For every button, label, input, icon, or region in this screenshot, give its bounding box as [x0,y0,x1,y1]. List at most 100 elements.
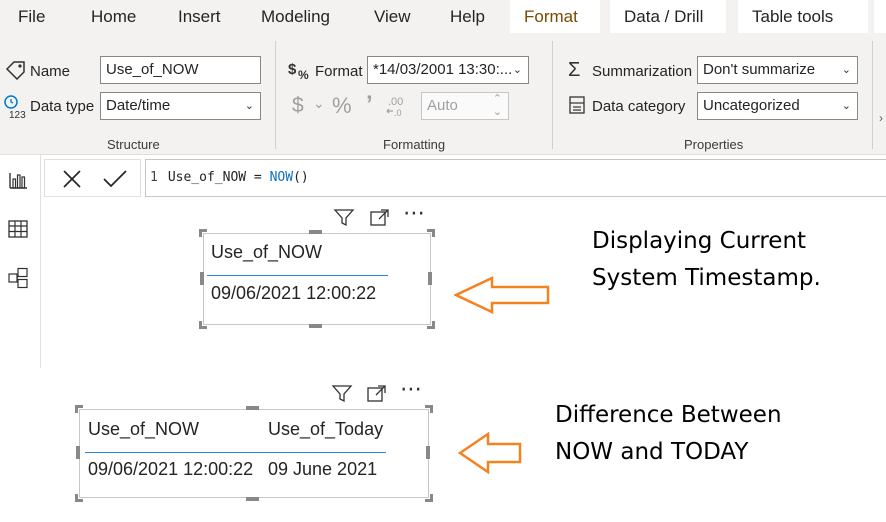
formula-suffix: () [293,170,309,185]
datatype-value: Date/time [106,97,171,114]
view-rail [0,155,41,368]
ribbon: Name Use_of_NOW 123 Data type Date/time … [0,33,886,155]
arrow-left-icon [458,432,522,474]
resize-handle[interactable] [75,494,83,502]
tab-modeling[interactable]: Modeling [261,0,330,33]
format-label: Format [315,63,363,80]
tab-home[interactable]: Home [91,0,136,33]
tag-icon [5,61,25,80]
format-icon: $ % [288,61,309,81]
currency-icon[interactable]: $ [292,94,304,118]
resize-handle[interactable] [246,497,259,501]
resize-handle[interactable] [246,406,259,410]
ribbon-overflow-icon[interactable]: › [879,111,883,125]
header-underline [207,275,388,276]
annotation-1-line-1: Displaying Current [592,228,807,254]
report-view-icon[interactable] [7,169,29,191]
format-value: *14/03/2001 13:30:... [373,61,513,78]
resize-handle[interactable] [427,321,435,329]
cancel-icon[interactable] [62,169,82,189]
resize-handle[interactable] [199,321,207,329]
arrow-left-icon [454,276,550,314]
model-view-icon[interactable] [7,267,29,289]
chevron-down-icon: ⌄ [244,100,254,112]
table-cell-today: 09 June 2021 [268,459,378,479]
decimal-icon[interactable]: .00 .0 [384,94,410,118]
chevron-down-icon[interactable]: ⌄ [493,99,502,119]
resize-handle[interactable] [428,272,432,285]
more-options-icon[interactable]: ⋯ [400,376,423,402]
summarization-select[interactable]: Don't summarize ⌄ [697,56,858,84]
annotation-1-line-2: System Timestamp. [592,265,821,291]
tab-insert[interactable]: Insert [178,0,221,33]
card1-header: Use_of_NOW [211,242,323,262]
more-options-icon[interactable]: ⋯ [403,200,426,226]
annotation-2-line-1: Difference Between [555,402,782,428]
svg-text:%: % [298,68,309,81]
category-icon [569,96,585,114]
filter-icon[interactable] [333,208,355,228]
datatype-icon: 123 [4,95,26,120]
ribbon-tabbar: File Home Insert Modeling View Help Form… [0,0,886,33]
formula-prefix: Use_of_NOW = [167,170,270,185]
tab-format[interactable]: Format [510,0,600,33]
formatting-group-label: Formatting [383,137,446,152]
datatype-select[interactable]: Date/time ⌄ [100,92,261,120]
chevron-down-icon[interactable]: ⌄ [313,95,325,112]
resize-handle[interactable] [199,229,207,237]
name-label: Name [30,63,71,80]
visual-header-1: ⋯ [333,200,433,228]
resize-handle[interactable] [309,324,322,328]
commit-icon[interactable] [103,169,127,189]
filter-icon[interactable] [331,384,353,404]
resize-handle[interactable] [200,272,204,285]
properties-group-label: Properties [684,137,744,152]
sigma-icon: Σ [568,59,581,81]
tab-data-drill[interactable]: Data / Drill [610,0,726,33]
structure-group-label: Structure [107,137,160,152]
table-header-col2[interactable]: Use_of_Today [268,419,383,440]
tab-overflow[interactable] [874,0,886,33]
category-select[interactable]: Uncategorized ⌄ [697,92,858,120]
annotation-2: Difference Between NOW and TODAY [555,397,782,471]
svg-text:.0: .0 [394,108,402,118]
annotation-2-line-2: NOW and TODAY [555,439,749,465]
decimal-places-stepper[interactable]: Auto ⌃ ⌄ [421,92,509,120]
focus-mode-icon[interactable] [369,208,391,228]
card-visual-1[interactable]: Use_of_NOW 09/06/2021 12:00:22 [203,233,431,325]
name-input[interactable]: Use_of_NOW [100,56,261,84]
percent-icon[interactable]: % [332,93,352,119]
tab-table-tools[interactable]: Table tools [738,0,868,33]
resize-handle[interactable] [425,494,433,502]
chevron-down-icon: ⌄ [841,64,851,76]
table-cell-now: 09/06/2021 12:00:22 [88,459,254,479]
table-visual[interactable]: Use_of_NOW Use_of_Today 09/06/2021 12:00… [79,409,429,498]
tab-file[interactable]: File [18,0,45,33]
formula-input[interactable]: 1 Use_of_NOW = NOW() [145,159,886,197]
resize-handle[interactable] [309,230,322,234]
resize-handle[interactable] [425,405,433,413]
resize-handle[interactable] [426,446,430,459]
resize-handle[interactable] [75,405,83,413]
svg-text:$: $ [288,61,297,78]
resize-handle[interactable] [427,229,435,237]
format-select[interactable]: *14/03/2001 13:30:... ⌄ [367,56,529,84]
category-label: Data category [592,98,686,115]
auto-value: Auto [427,97,458,114]
resize-handle[interactable] [76,446,80,459]
datatype-label: Data type [30,98,95,115]
comma-icon[interactable]: ’ [366,91,373,119]
formula-function: NOW [269,170,294,185]
summarization-value: Don't summarize [703,61,816,78]
tab-view[interactable]: View [374,0,411,33]
card1-value: 09/06/2021 12:00:22 [211,283,377,303]
svg-text:.00: .00 [388,96,403,108]
tab-help[interactable]: Help [450,0,485,33]
header-underline [85,452,386,453]
data-view-icon[interactable] [7,218,29,240]
visual-header-2: ⋯ [331,376,431,404]
group-divider [275,41,276,149]
focus-mode-icon[interactable] [366,384,388,404]
table-header-col1[interactable]: Use_of_NOW [88,419,199,440]
formula-line-number: 1 [150,170,158,185]
